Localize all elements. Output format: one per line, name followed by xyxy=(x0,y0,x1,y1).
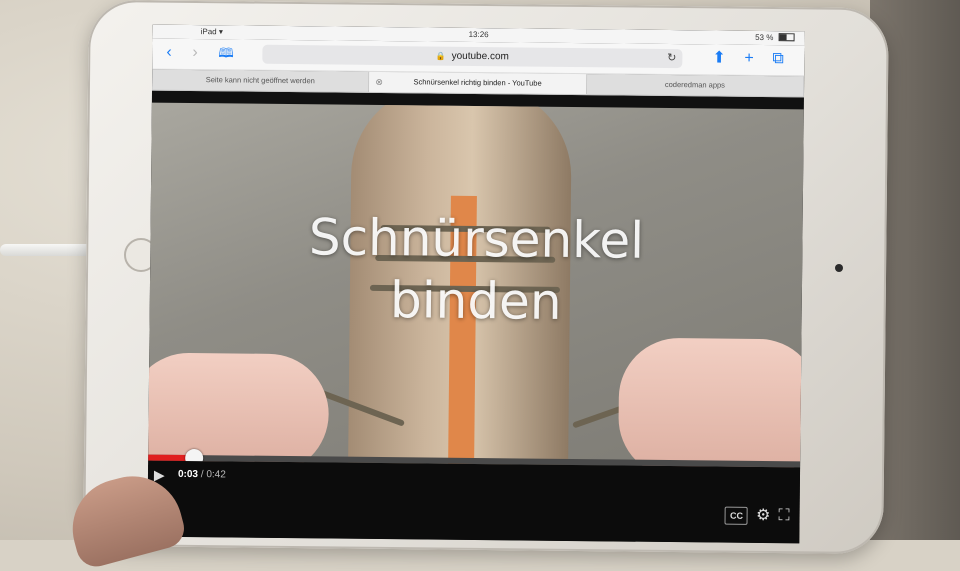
plus-icon[interactable]: + xyxy=(744,50,754,68)
book-icon[interactable]: 🕮 xyxy=(218,44,234,62)
battery-icon xyxy=(778,33,795,42)
ipad-screen: iPad ▾ 13:26 53 % ‹ › 🕮 🔒 youtube.com ↻ … xyxy=(147,24,805,544)
captions-button[interactable]: CC xyxy=(724,506,749,525)
player-controls: ▶ 0:03 / 0:42 CC ⚙ ⛶ xyxy=(147,460,801,544)
time-readout: 0:03 / 0:42 xyxy=(178,469,226,481)
title-line: binden xyxy=(389,271,562,331)
tab-seite-kann-nicht[interactable]: Seite kann nicht geöffnet werden xyxy=(152,69,370,92)
video-player[interactable]: Schnürsenkel binden xyxy=(148,102,804,472)
right-hand xyxy=(617,337,804,472)
fullscreen-icon[interactable]: ⛶ xyxy=(778,507,789,525)
address-bar[interactable]: 🔒 youtube.com ↻ xyxy=(262,44,683,69)
right-controls: CC ⚙ ⛶ xyxy=(724,506,790,526)
left-hand xyxy=(148,352,330,472)
current-time: 0:03 xyxy=(177,468,199,481)
tab-coderedman[interactable]: coderedman apps xyxy=(586,74,805,97)
url-text: youtube.com xyxy=(451,50,509,63)
tab-label: Seite kann nicht geöffnet werden xyxy=(205,75,315,86)
front-camera xyxy=(835,264,843,272)
share-icon[interactable]: ⬆ xyxy=(712,49,726,67)
reload-icon[interactable]: ↻ xyxy=(667,49,676,68)
chevron-left-icon[interactable]: ‹ xyxy=(166,44,172,62)
chevron-right-icon[interactable]: › xyxy=(192,44,198,62)
video-title-overlay: Schnürsenkel binden xyxy=(150,205,803,336)
duration: 0:42 xyxy=(206,469,226,481)
battery-percent: 53 % xyxy=(755,32,774,43)
gear-icon[interactable]: ⚙ xyxy=(756,507,771,525)
tab-label: coderedman apps xyxy=(664,79,725,90)
tab-label: Schnürsenkel richtig binden - YouTube xyxy=(413,77,542,88)
tabs-icon[interactable]: ⧉ xyxy=(772,50,784,68)
lock-icon: 🔒 xyxy=(435,51,446,61)
battery-status: 53 % xyxy=(755,33,795,42)
tab-youtube[interactable]: ⊗ Schnürsenkel richtig binden - YouTube xyxy=(369,71,587,95)
title-line: Schnürsenkel xyxy=(308,208,645,270)
close-icon[interactable]: ⊗ xyxy=(375,72,383,92)
